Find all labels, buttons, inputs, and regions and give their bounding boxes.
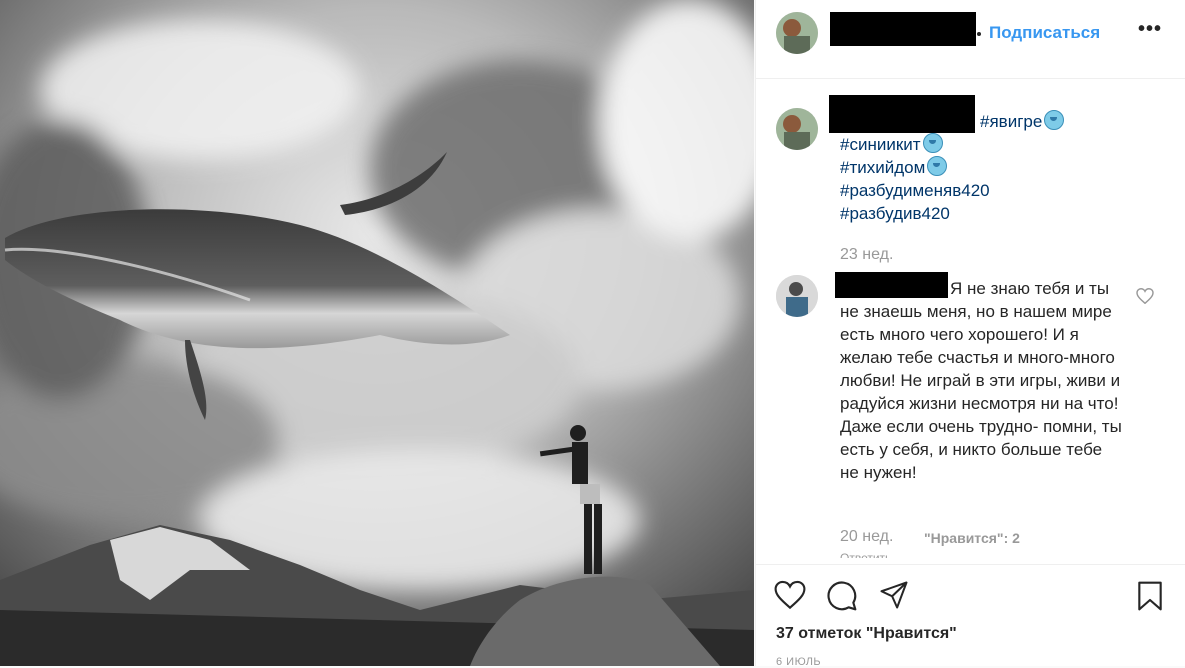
post-sidebar: Подписаться ••• #явигре #синиикит #тихий… [755, 0, 1185, 668]
bookmark-icon[interactable] [1136, 580, 1164, 612]
comment-indent [840, 276, 950, 294]
header-divider [756, 78, 1185, 79]
post-image[interactable] [0, 0, 754, 666]
comment-text: Я не знаю тебя и ты не знаешь меня, но в… [840, 279, 1122, 482]
hashtag-line: #разбудименяв420 [840, 179, 990, 202]
comment-time[interactable]: 20 нед. [840, 528, 893, 546]
likes-total[interactable]: 37 отметок "Нравится" [776, 625, 957, 643]
hashtag-link[interactable]: #тихийдом [840, 158, 925, 177]
heart-icon[interactable] [1136, 288, 1154, 304]
follow-button[interactable]: Подписаться [989, 23, 1100, 43]
commenter-avatar[interactable] [776, 275, 818, 317]
hashtag-link[interactable]: #явигре [980, 112, 1042, 131]
share-icon[interactable] [878, 580, 910, 610]
comment-icon[interactable] [826, 580, 858, 612]
reply-button[interactable]: Ответить [840, 550, 891, 558]
author-avatar[interactable] [776, 12, 818, 54]
actions-divider [756, 564, 1185, 565]
hashtag-link[interactable]: #разбудименяв420 [840, 181, 990, 200]
comment-likes[interactable]: "Нравится": 2 [924, 530, 1020, 546]
avatar-image [776, 108, 818, 150]
bubble-face-icon [922, 133, 943, 153]
post-date: 6 ИЮЛЬ [776, 656, 822, 668]
hashtag-line: #разбудив420 [840, 202, 950, 225]
caption-author-avatar[interactable] [776, 108, 818, 150]
more-options-icon[interactable]: ••• [1138, 18, 1162, 41]
hashtag-link[interactable]: #синиикит [840, 135, 921, 154]
hashtag-link[interactable]: #разбудив420 [840, 204, 950, 223]
redacted-username [829, 95, 975, 133]
bubble-face-icon [927, 156, 948, 176]
hashtag-line: #тихийдом [840, 156, 948, 179]
redacted-username [830, 12, 976, 46]
bubble-face-icon [1044, 110, 1065, 130]
hashtag-line: #синиикит [840, 133, 943, 156]
whale-sky-photo [0, 0, 754, 666]
comment-body: Я не знаю тебя и ты не знаешь меня, но в… [840, 276, 1122, 484]
hashtag-line: #явигре [980, 110, 1065, 133]
avatar-image [776, 275, 818, 317]
avatar-image [776, 12, 818, 54]
heart-icon[interactable] [774, 580, 806, 610]
separator-dot [977, 32, 981, 36]
caption-time[interactable]: 23 нед. [840, 246, 893, 264]
